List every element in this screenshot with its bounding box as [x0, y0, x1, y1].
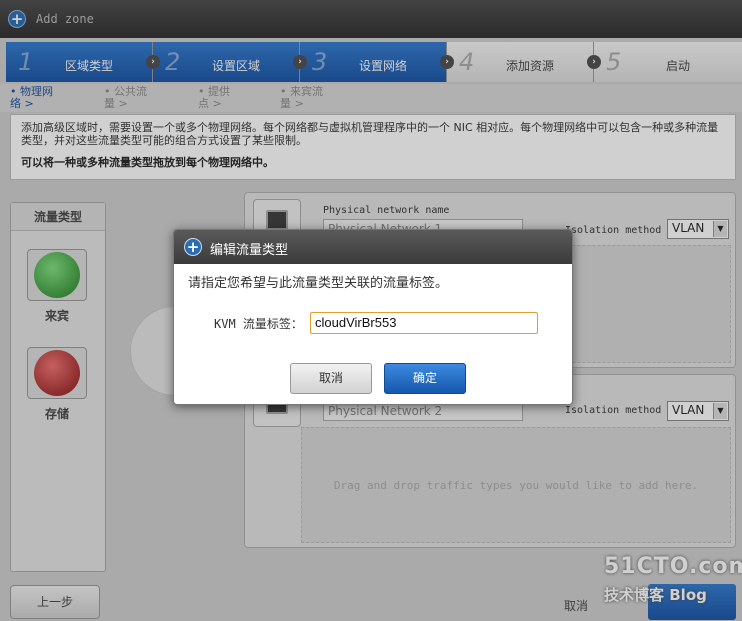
- chevron-right-icon: ›: [440, 55, 454, 69]
- kvm-label: KVM 流量标签：: [214, 317, 303, 331]
- edit-traffic-type-dialog: + 编辑流量类型 请指定您希望与此流量类型关联的流量标签。 KVM 流量标签： …: [173, 229, 573, 405]
- chevron-right-icon: ›: [587, 55, 601, 69]
- chevron-right-icon: ›: [146, 55, 160, 69]
- dialog-header: + 编辑流量类型: [174, 230, 572, 264]
- dialog-message: 请指定您希望与此流量类型关联的流量标签。: [188, 276, 449, 291]
- dialog-title: 编辑流量类型: [210, 243, 289, 258]
- kvm-traffic-label-input[interactable]: cloudVirBr553: [310, 312, 538, 334]
- dialog-ok-button[interactable]: 确定: [384, 363, 466, 394]
- add-icon: +: [184, 238, 202, 256]
- chevron-right-icon: ›: [293, 55, 307, 69]
- dialog-cancel-button[interactable]: 取消: [290, 363, 372, 394]
